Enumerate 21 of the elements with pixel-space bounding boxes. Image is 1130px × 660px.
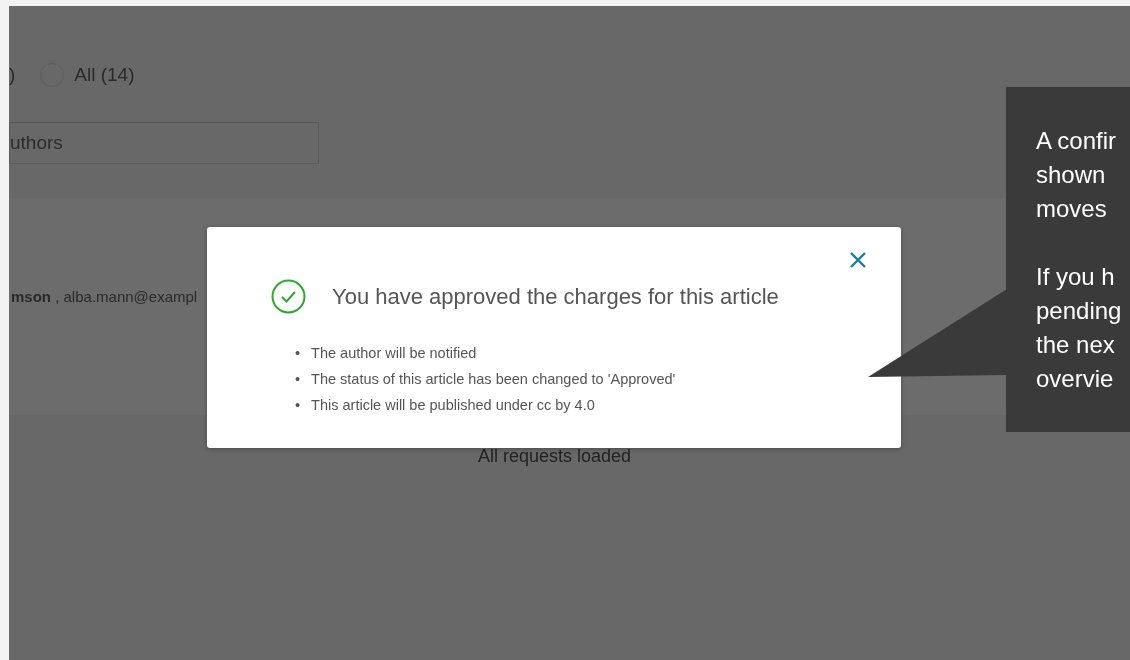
callout-text: A confir: [1036, 126, 1118, 156]
callout-text: pending: [1036, 296, 1123, 326]
status-text: All requests loaded: [476, 446, 633, 467]
callout-text: shown: [1036, 160, 1107, 190]
radio-label: All (14): [74, 64, 135, 86]
search-field[interactable]: uthors: [9, 122, 319, 164]
dialog-list-item: This article will be published under cc by 4.0: [311, 396, 595, 415]
check-circle-icon: [271, 279, 306, 314]
bullet: •: [295, 344, 301, 363]
close-icon: [849, 251, 867, 269]
callout-text: moves: [1036, 194, 1108, 224]
callout-text: overvie: [1036, 364, 1115, 394]
author-list: mson , alba.mann@exampl: [9, 288, 198, 305]
callout-text: the nex: [1036, 330, 1116, 360]
radio-label: ): [9, 64, 16, 86]
dialog-title: You have approved the charges for this article: [332, 283, 779, 310]
bullet: •: [295, 370, 301, 389]
dialog-list-item: The status of this article has been changed to 'Approved': [311, 370, 676, 389]
bullet: •: [295, 396, 301, 415]
callout-text: If you h: [1036, 262, 1116, 292]
dialog-list-item: The author will be notified: [311, 344, 477, 363]
